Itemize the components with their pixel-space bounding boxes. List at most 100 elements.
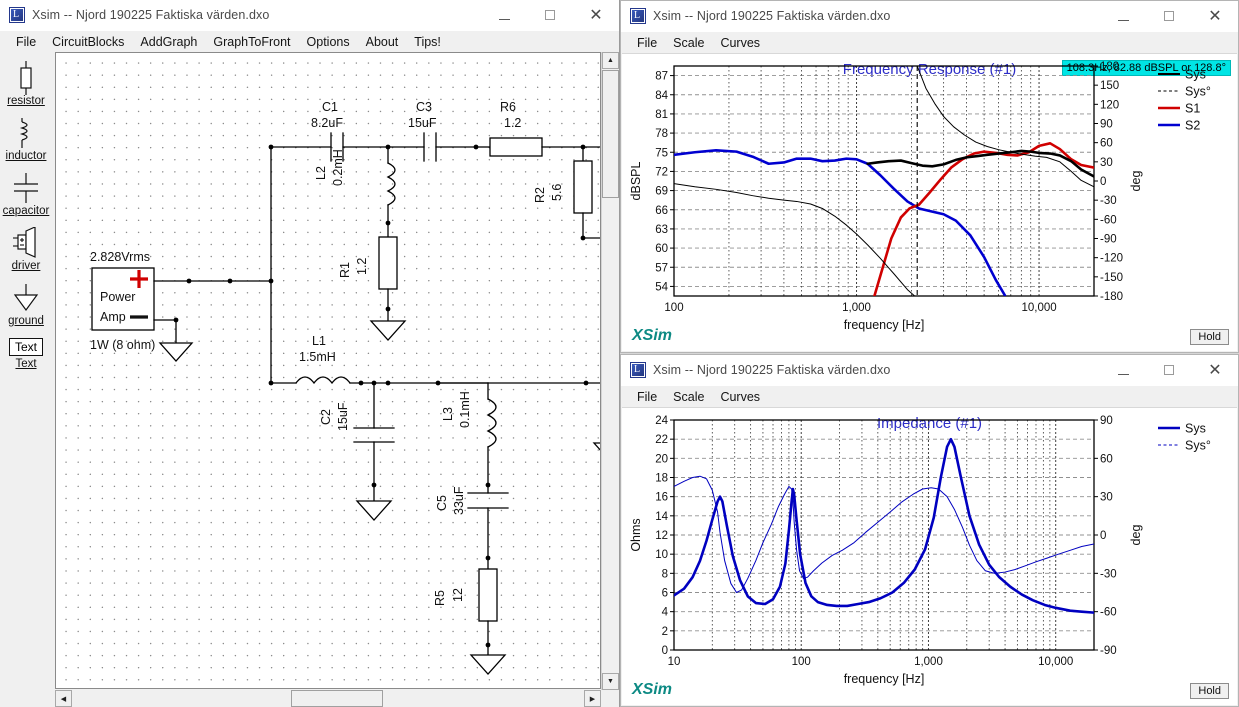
menu-curves[interactable]: Curves <box>712 36 768 50</box>
freq-window-title: Xsim -- Njord 190225 Faktiska värden.dxo <box>653 9 891 23</box>
svg-text:-180: -180 <box>1100 291 1123 303</box>
imp-titlebar: Xsim -- Njord 190225 Faktiska värden.dxo… <box>621 355 1238 386</box>
svg-text:78: 78 <box>655 128 668 140</box>
svg-text:63: 63 <box>655 224 668 236</box>
tool-resistor[interactable]: resistor <box>0 60 52 107</box>
svg-text:-90: -90 <box>1100 645 1117 657</box>
maximize-button[interactable] <box>1146 1 1192 31</box>
tool-text-label: Text <box>15 358 37 370</box>
minimize-button[interactable] <box>1100 1 1146 31</box>
tool-inductor[interactable]: inductor <box>0 115 52 162</box>
horizontal-scroll-thumb[interactable] <box>291 690 383 707</box>
menu-graphtofront[interactable]: GraphToFront <box>205 35 298 49</box>
svg-text:1,000: 1,000 <box>914 656 943 668</box>
svg-text:150: 150 <box>1100 80 1119 92</box>
tool-driver[interactable]: driver <box>0 225 52 272</box>
svg-text:0: 0 <box>1100 530 1106 542</box>
svg-text:-30: -30 <box>1100 568 1117 580</box>
label-l2-value: 0.2mH <box>331 149 345 186</box>
svg-text:S2: S2 <box>1185 119 1200 133</box>
xsim-logo: XSim <box>632 681 673 698</box>
svg-text:60: 60 <box>1100 453 1113 465</box>
app-icon <box>9 7 25 23</box>
hold-button[interactable]: Hold <box>1190 329 1229 345</box>
label-r1-value: 1.2 <box>355 258 369 275</box>
scroll-right-button[interactable]: ▶ <box>584 690 601 707</box>
label-r6-name: R6 <box>500 100 516 114</box>
menu-file[interactable]: File <box>629 390 665 404</box>
maximize-button[interactable] <box>527 0 573 30</box>
hold-button[interactable]: Hold <box>1190 683 1229 699</box>
close-button[interactable]: ✕ <box>1192 355 1238 385</box>
imp-window-controls: ✕ <box>1100 355 1238 385</box>
tool-ground-label: ground <box>8 315 44 327</box>
canvas-horizontal-scrollbar[interactable]: ◀ ▶ <box>55 690 601 707</box>
menu-options[interactable]: Options <box>299 35 358 49</box>
svg-text:-150: -150 <box>1100 272 1123 284</box>
imp-graph-body: Impedance (#1) 0 2 4 6 8 10 12 14 16 18 20 22 24 -90-… <box>622 407 1237 705</box>
svg-text:69: 69 <box>655 186 668 198</box>
minimize-button[interactable] <box>481 0 527 30</box>
menu-curves[interactable]: Curves <box>712 390 768 404</box>
tool-ground[interactable]: ground <box>0 280 52 327</box>
svg-text:S1: S1 <box>1185 102 1200 116</box>
menu-scale[interactable]: Scale <box>665 390 712 404</box>
imp-menubar: File Scale Curves <box>621 386 1238 408</box>
label-amp-line1: Power <box>100 290 135 304</box>
frequency-response-window: Xsim -- Njord 190225 Faktiska värden.dxo… <box>620 0 1239 353</box>
label-c3-name: C3 <box>416 100 432 114</box>
menu-tips[interactable]: Tips! <box>406 35 449 49</box>
scroll-left-button[interactable]: ◀ <box>55 690 72 707</box>
tool-capacitor[interactable]: capacitor <box>0 170 52 217</box>
frequency-response-plot[interactable]: 54 57 60 63 66 69 72 75 78 81 84 87 -180 -150 -120 -90 -… <box>622 54 1239 353</box>
menu-file[interactable]: File <box>629 36 665 50</box>
canvas-vertical-scrollbar[interactable]: ▲ ▼ <box>601 52 619 690</box>
close-button[interactable]: ✕ <box>573 0 619 30</box>
svg-text:54: 54 <box>655 281 668 293</box>
menu-addgraph[interactable]: AddGraph <box>132 35 205 49</box>
scroll-up-button[interactable]: ▲ <box>602 52 619 69</box>
svg-text:-60: -60 <box>1100 607 1117 619</box>
svg-text:8: 8 <box>662 568 668 580</box>
label-l2-name: L2 <box>314 166 328 180</box>
label-source-top: 2.828Vrms <box>90 250 150 264</box>
menu-file[interactable]: File <box>8 35 44 49</box>
svg-text:90: 90 <box>1100 415 1113 427</box>
label-l1-name: L1 <box>312 334 326 348</box>
svg-text:81: 81 <box>655 109 668 121</box>
tool-resistor-label: resistor <box>7 95 45 107</box>
svg-text:16: 16 <box>655 492 668 504</box>
impedance-plot[interactable]: 024681012141618202224-90-60-30030609010 1… <box>622 408 1239 707</box>
schematic-menubar: File CircuitBlocks AddGraph GraphToFront… <box>0 31 619 53</box>
svg-text:deg: deg <box>1129 525 1143 546</box>
svg-text:20: 20 <box>655 453 668 465</box>
freq-titlebar: Xsim -- Njord 190225 Faktiska värden.dxo… <box>621 1 1238 32</box>
menu-about[interactable]: About <box>358 35 407 49</box>
svg-text:-60: -60 <box>1100 214 1117 226</box>
svg-text:Sys°: Sys° <box>1185 439 1211 453</box>
label-c5-name: C5 <box>435 495 449 511</box>
maximize-button[interactable] <box>1146 355 1192 385</box>
imp-window-title: Xsim -- Njord 190225 Faktiska värden.dxo <box>653 363 891 377</box>
svg-text:12: 12 <box>655 530 668 542</box>
scrollbar-corner <box>602 690 619 707</box>
label-source-bottom: 1W (8 ohm) <box>90 338 155 352</box>
svg-text:frequency [Hz]: frequency [Hz] <box>844 672 925 686</box>
svg-text:10,000: 10,000 <box>1021 302 1056 314</box>
svg-text:10: 10 <box>668 656 681 668</box>
scroll-down-button[interactable]: ▼ <box>602 673 619 690</box>
svg-text:30: 30 <box>1100 492 1113 504</box>
schematic-canvas[interactable]: 2.828Vrms Power Amp 1W (8 ohm) C1 8.2uF … <box>55 52 601 689</box>
menu-scale[interactable]: Scale <box>665 36 712 50</box>
vertical-scroll-thumb[interactable] <box>602 70 619 198</box>
tool-text[interactable]: Text Text <box>0 335 52 370</box>
minimize-button[interactable] <box>1100 355 1146 385</box>
label-l3-name: L3 <box>441 407 455 421</box>
close-button[interactable]: ✕ <box>1192 1 1238 31</box>
svg-text:frequency [Hz]: frequency [Hz] <box>844 318 925 332</box>
menu-circuitblocks[interactable]: CircuitBlocks <box>44 35 132 49</box>
label-l1-value: 1.5mH <box>299 350 336 364</box>
label-r2-name: R2 <box>533 187 547 203</box>
svg-text:10,000: 10,000 <box>1038 656 1073 668</box>
tool-palette: resistor inductor capacitor driver groun… <box>0 52 53 707</box>
